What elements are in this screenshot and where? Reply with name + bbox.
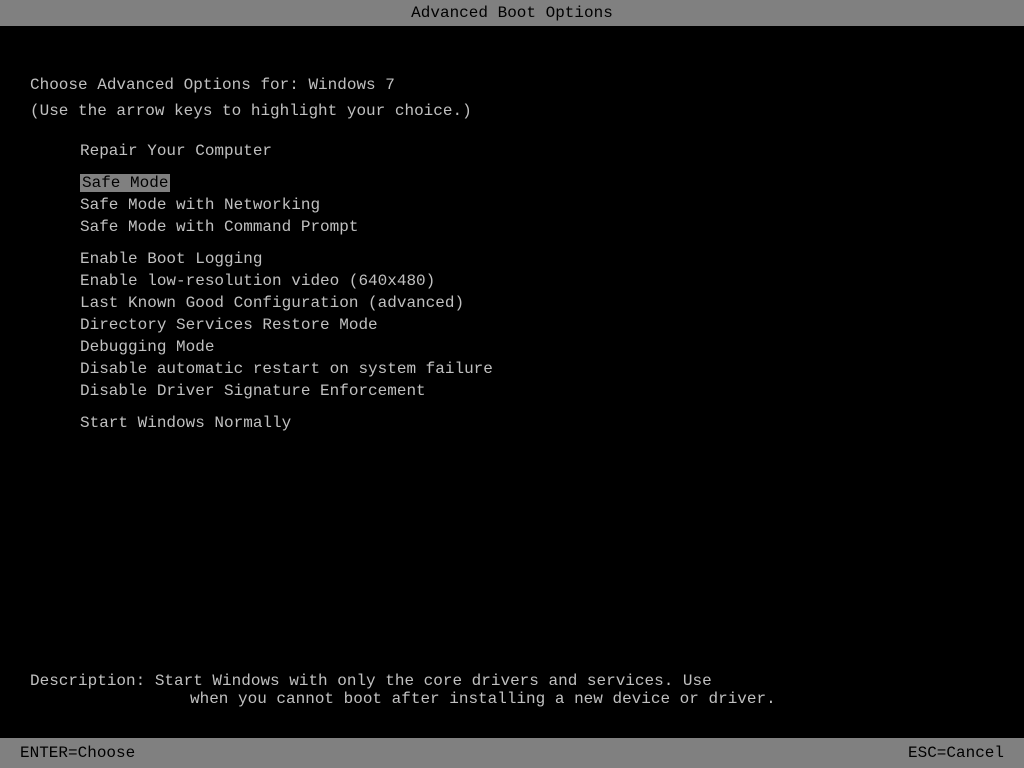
- title-bar: Advanced Boot Options: [0, 0, 1024, 26]
- menu-item-safe-mode-networking[interactable]: Safe Mode with Networking: [30, 194, 994, 216]
- menu-item-debugging[interactable]: Debugging Mode: [30, 336, 994, 358]
- menu-item-disable-driver[interactable]: Disable Driver Signature Enforcement: [30, 380, 994, 402]
- header-line1: Choose Advanced Options for: Windows 7: [30, 76, 994, 94]
- menu-item-safe-mode[interactable]: Safe Mode: [30, 172, 994, 194]
- header-line2: (Use the arrow keys to highlight your ch…: [30, 102, 994, 120]
- menu-item-low-res[interactable]: Enable low-resolution video (640x480): [30, 270, 994, 292]
- description-line2: when you cannot boot after installing a …: [30, 690, 994, 708]
- menu-item-safe-mode-cmd[interactable]: Safe Mode with Command Prompt: [30, 216, 994, 238]
- title-text: Advanced Boot Options: [411, 4, 613, 22]
- description-line1: Description: Start Windows with only the…: [30, 672, 994, 690]
- description-area: Description: Start Windows with only the…: [0, 662, 1024, 718]
- boot-menu: Repair Your Computer Safe Mode Safe Mode…: [30, 140, 994, 434]
- menu-item-last-known[interactable]: Last Known Good Configuration (advanced): [30, 292, 994, 314]
- menu-item-directory[interactable]: Directory Services Restore Mode: [30, 314, 994, 336]
- menu-item-repair[interactable]: Repair Your Computer: [30, 140, 994, 162]
- menu-item-disable-restart[interactable]: Disable automatic restart on system fail…: [30, 358, 994, 380]
- menu-item-boot-logging[interactable]: Enable Boot Logging: [30, 248, 994, 270]
- menu-item-start-normally[interactable]: Start Windows Normally: [30, 412, 994, 434]
- bottom-bar: ENTER=Choose ESC=Cancel: [0, 738, 1024, 768]
- enter-label[interactable]: ENTER=Choose: [20, 744, 135, 762]
- esc-label[interactable]: ESC=Cancel: [908, 744, 1004, 762]
